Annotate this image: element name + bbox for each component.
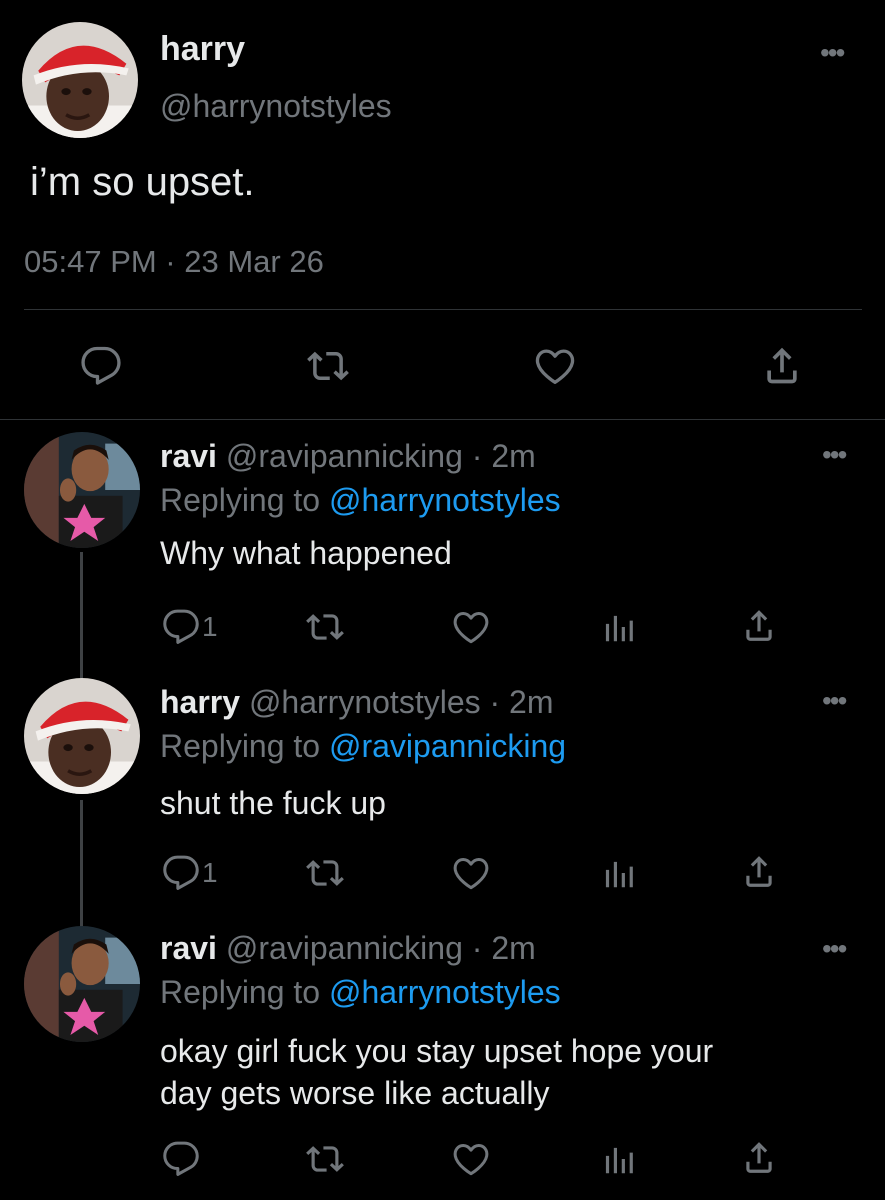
reply-header: harry @harrynotstyles · 2m bbox=[160, 684, 554, 721]
avatar[interactable] bbox=[24, 678, 140, 794]
retweet-button[interactable] bbox=[304, 608, 346, 646]
reply-tweet[interactable]: ravi @ravipannicking · 2m ••• Replying t… bbox=[0, 926, 885, 1196]
replying-prefix: Replying to bbox=[160, 482, 321, 518]
retweet-icon bbox=[304, 1140, 346, 1178]
more-options-icon[interactable]: ••• bbox=[822, 441, 847, 469]
replying-prefix: Replying to bbox=[160, 974, 321, 1010]
views-icon bbox=[598, 854, 636, 892]
views-button[interactable] bbox=[598, 608, 636, 646]
author-name[interactable]: harry bbox=[160, 684, 240, 720]
comment-icon bbox=[162, 1140, 200, 1178]
author-name[interactable]: ravi bbox=[160, 930, 217, 966]
retweet-button[interactable] bbox=[304, 1140, 346, 1178]
avatar[interactable] bbox=[24, 926, 140, 1042]
replying-mention-link[interactable]: @ravipannicking bbox=[329, 728, 566, 764]
like-button[interactable] bbox=[452, 854, 490, 892]
replying-prefix: Replying to bbox=[160, 728, 321, 764]
reply-text: okay girl fuck you stay upset hope your … bbox=[160, 1030, 850, 1114]
more-options-icon[interactable]: ••• bbox=[820, 39, 845, 67]
share-icon bbox=[740, 1138, 778, 1176]
share-button[interactable] bbox=[760, 343, 804, 387]
retweet-icon bbox=[304, 608, 346, 646]
replying-to: Replying to @harrynotstyles bbox=[160, 974, 561, 1011]
comment-icon bbox=[162, 854, 200, 892]
avatar-image-harry bbox=[22, 22, 138, 138]
replying-mention-link[interactable]: @harrynotstyles bbox=[329, 482, 561, 518]
replying-mention-link[interactable]: @harrynotstyles bbox=[329, 974, 561, 1010]
reply-text-line: okay girl fuck you stay upset hope your bbox=[160, 1033, 714, 1069]
reply-button[interactable] bbox=[162, 1140, 200, 1178]
heart-icon bbox=[452, 608, 490, 646]
reply-count: 1 bbox=[202, 857, 218, 888]
comment-icon bbox=[162, 608, 200, 646]
avatar[interactable] bbox=[22, 22, 138, 138]
share-icon bbox=[760, 343, 804, 387]
tweet-timestamp[interactable]: 05:47 PM · 23 Mar 26 bbox=[24, 244, 324, 280]
comment-button[interactable] bbox=[80, 345, 122, 387]
comment-icon bbox=[80, 345, 122, 387]
avatar-image-harry bbox=[24, 678, 140, 794]
avatar-image-ravi bbox=[24, 432, 140, 548]
author-handle[interactable]: @harrynotstyles bbox=[160, 88, 392, 125]
reply-button[interactable]: 1 bbox=[162, 608, 218, 646]
views-icon bbox=[598, 608, 636, 646]
author-handle-time[interactable]: @ravipannicking · 2m bbox=[226, 438, 536, 474]
divider bbox=[0, 419, 885, 420]
reply-text-line: day gets worse like actually bbox=[160, 1075, 550, 1111]
avatar[interactable] bbox=[24, 432, 140, 548]
replying-to: Replying to @ravipannicking bbox=[160, 728, 566, 765]
tweet-text: i’m so upset. bbox=[30, 160, 255, 204]
share-icon bbox=[740, 852, 778, 890]
reply-tweet[interactable]: harry @harrynotstyles · 2m ••• Replying … bbox=[0, 678, 885, 918]
main-tweet: harry @harrynotstyles ••• i’m so upset. … bbox=[0, 0, 885, 420]
author-handle-time[interactable]: @ravipannicking · 2m bbox=[226, 930, 536, 966]
views-button[interactable] bbox=[598, 854, 636, 892]
heart-icon bbox=[452, 1140, 490, 1178]
reply-text: shut the fuck up bbox=[160, 785, 386, 821]
avatar-image-ravi bbox=[24, 926, 140, 1042]
share-button[interactable] bbox=[740, 1138, 778, 1176]
reply-text: Why what happened bbox=[160, 535, 452, 571]
heart-icon bbox=[452, 854, 490, 892]
like-button[interactable] bbox=[452, 608, 490, 646]
reply-count: 1 bbox=[202, 611, 218, 642]
more-options-icon[interactable]: ••• bbox=[822, 935, 847, 963]
retweet-icon bbox=[304, 854, 346, 892]
views-icon bbox=[598, 1140, 636, 1178]
retweet-button[interactable] bbox=[304, 345, 352, 387]
reply-header: ravi @ravipannicking · 2m bbox=[160, 930, 536, 967]
reply-header: ravi @ravipannicking · 2m bbox=[160, 438, 536, 475]
retweet-button[interactable] bbox=[304, 854, 346, 892]
share-icon bbox=[740, 606, 778, 644]
share-button[interactable] bbox=[740, 606, 778, 644]
share-button[interactable] bbox=[740, 852, 778, 890]
more-options-icon[interactable]: ••• bbox=[822, 687, 847, 715]
retweet-icon bbox=[304, 345, 352, 387]
reply-tweet[interactable]: ravi @ravipannicking · 2m ••• Replying t… bbox=[0, 432, 885, 672]
like-button[interactable] bbox=[452, 1140, 490, 1178]
author-handle-time[interactable]: @harrynotstyles · 2m bbox=[249, 684, 554, 720]
author-name[interactable]: harry bbox=[160, 30, 245, 69]
like-button[interactable] bbox=[532, 345, 578, 387]
views-button[interactable] bbox=[598, 1140, 636, 1178]
reply-button[interactable]: 1 bbox=[162, 854, 218, 892]
replying-to: Replying to @harrynotstyles bbox=[160, 482, 561, 519]
author-name[interactable]: ravi bbox=[160, 438, 217, 474]
heart-icon bbox=[532, 345, 578, 387]
divider bbox=[24, 309, 862, 310]
